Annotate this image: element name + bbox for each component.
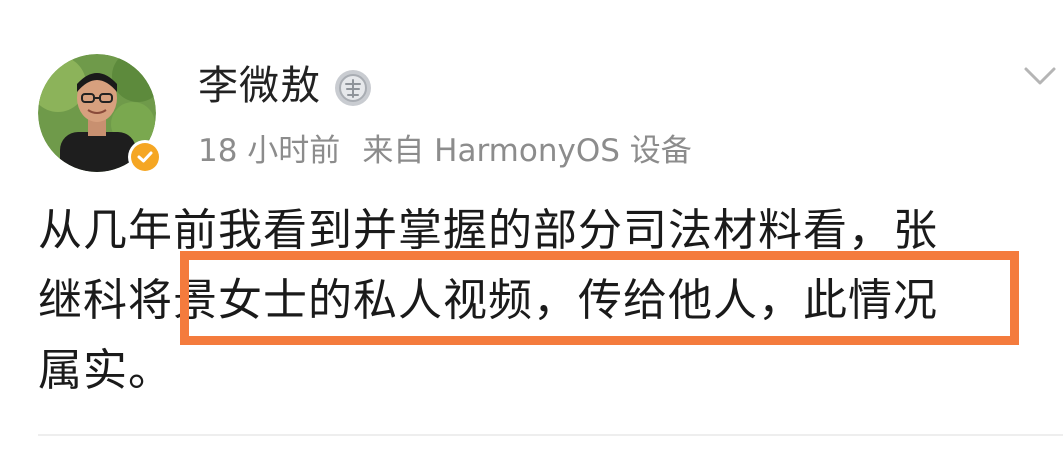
weibo-post-card: 李微敖 18 小时前 来自 HarmonyOS 设备 从几年前我看到并掌握的部分司… — [0, 0, 1063, 451]
avatar[interactable] — [38, 54, 162, 174]
post-meta: 18 小时前 来自 HarmonyOS 设备 — [198, 130, 692, 172]
post-time: 18 小时前 — [198, 133, 341, 169]
silver-medal-icon[interactable] — [333, 68, 373, 108]
content-line: 属实。 — [38, 345, 173, 396]
post-content: 从几年前我看到并掌握的部分司法材料看，张 继科将景女士的私人视频，传给他人，此情… — [38, 196, 1038, 406]
content-line: 从几年前我看到并掌握的部分司法材料看，张 — [38, 205, 938, 256]
divider — [38, 434, 1063, 436]
chevron-down-icon[interactable] — [1022, 64, 1058, 88]
content-line: 继科将景女士的私人视频，传给他人，此情况 — [38, 275, 938, 326]
verified-badge — [128, 140, 162, 174]
author-name[interactable]: 李微敖 — [198, 62, 321, 110]
verified-badge-icon — [131, 143, 159, 171]
post-source[interactable]: 来自 HarmonyOS 设备 — [362, 133, 691, 169]
